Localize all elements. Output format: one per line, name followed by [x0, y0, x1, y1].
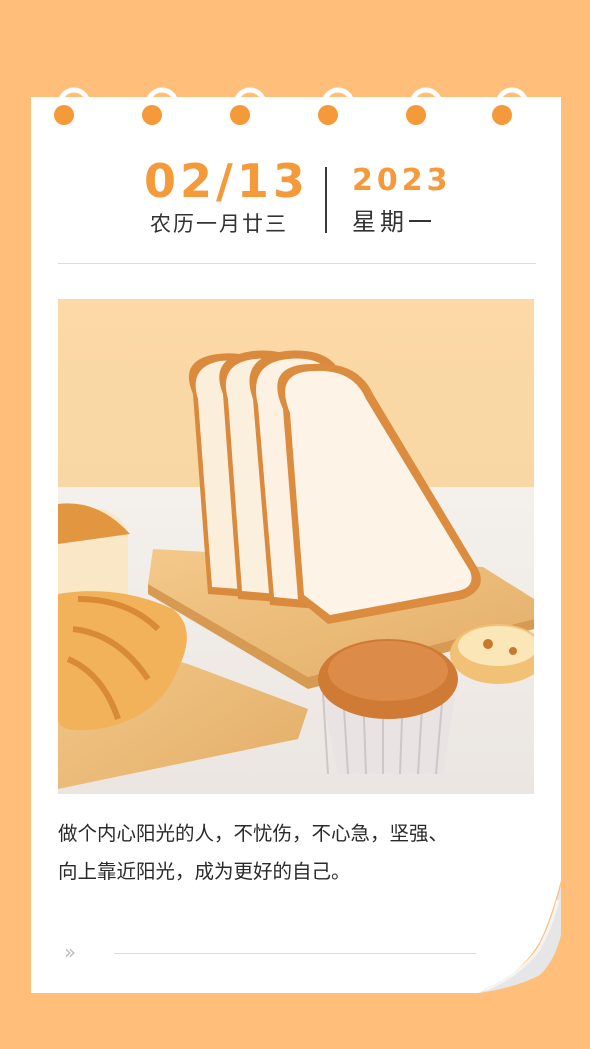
date-header: 02/13 农历一月廿三 2023 星期一 — [0, 155, 590, 245]
binder-ring — [230, 87, 267, 125]
lunar-date: 农历一月廿三 — [150, 212, 288, 236]
date-separator — [325, 167, 327, 233]
bread-photo — [58, 299, 534, 794]
bread-illustration — [58, 299, 534, 794]
weekday: 星期一 — [352, 208, 436, 236]
footer-divider — [114, 953, 476, 954]
binder-ring — [142, 87, 179, 125]
year: 2023 — [352, 163, 452, 198]
binder-ring — [318, 87, 355, 125]
binder-ring — [406, 87, 443, 125]
quote-line-1: 做个内心阳光的人，不忧伤，不心急，坚强、 — [58, 822, 449, 845]
binder-ring — [492, 87, 529, 125]
header-divider — [58, 263, 536, 264]
binder-ring — [54, 87, 91, 125]
page-curl — [478, 880, 561, 993]
double-chevron-icon: ›› — [64, 940, 76, 964]
date-main: 02/13 — [144, 154, 309, 208]
